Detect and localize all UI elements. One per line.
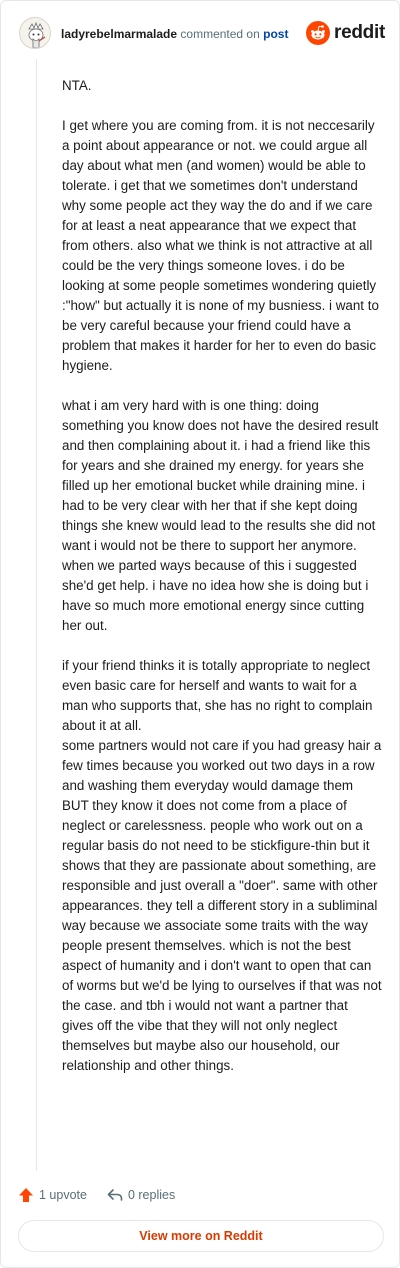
- comment-paragraph: I get where you are coming from. it is n…: [62, 118, 379, 373]
- reddit-brand[interactable]: reddit: [306, 20, 385, 46]
- comment-body: NTA. I get where you are coming from. it…: [62, 76, 382, 1096]
- comment-byline: ladyrebelmarmalade commented on post: [61, 26, 288, 42]
- upvote-button[interactable]: 1 upvote: [18, 1187, 87, 1203]
- post-link[interactable]: post: [263, 27, 288, 41]
- view-more-button[interactable]: View more on Reddit: [18, 1220, 384, 1252]
- upvote-arrow-icon: [19, 1188, 33, 1202]
- comment-embed-card: ladyrebelmarmalade commented on post red…: [0, 0, 400, 1268]
- username-link[interactable]: ladyrebelmarmalade: [61, 27, 177, 41]
- comment-paragraph: what i am very hard with is one thing: d…: [62, 398, 379, 633]
- comment-actions: 1 upvote 0 replies: [18, 1184, 195, 1206]
- replies-count: 0 replies: [127, 1188, 176, 1202]
- reply-arrow-icon: [107, 1189, 123, 1201]
- commented-on-label: commented on: [180, 27, 260, 41]
- comment-paragraph: NTA.: [62, 78, 92, 93]
- comment-header: ladyrebelmarmalade commented on post red…: [19, 17, 385, 53]
- comment-paragraph: if your friend thinks it is totally appr…: [62, 658, 382, 1073]
- snoo-avatar-icon: [20, 18, 50, 48]
- reddit-wordmark: reddit: [334, 22, 385, 43]
- replies-button[interactable]: 0 replies: [107, 1187, 175, 1203]
- upvote-count: 1 upvote: [39, 1188, 87, 1202]
- user-avatar[interactable]: [19, 17, 51, 49]
- reddit-logo-icon: [306, 21, 331, 45]
- thread-line: [36, 59, 37, 1171]
